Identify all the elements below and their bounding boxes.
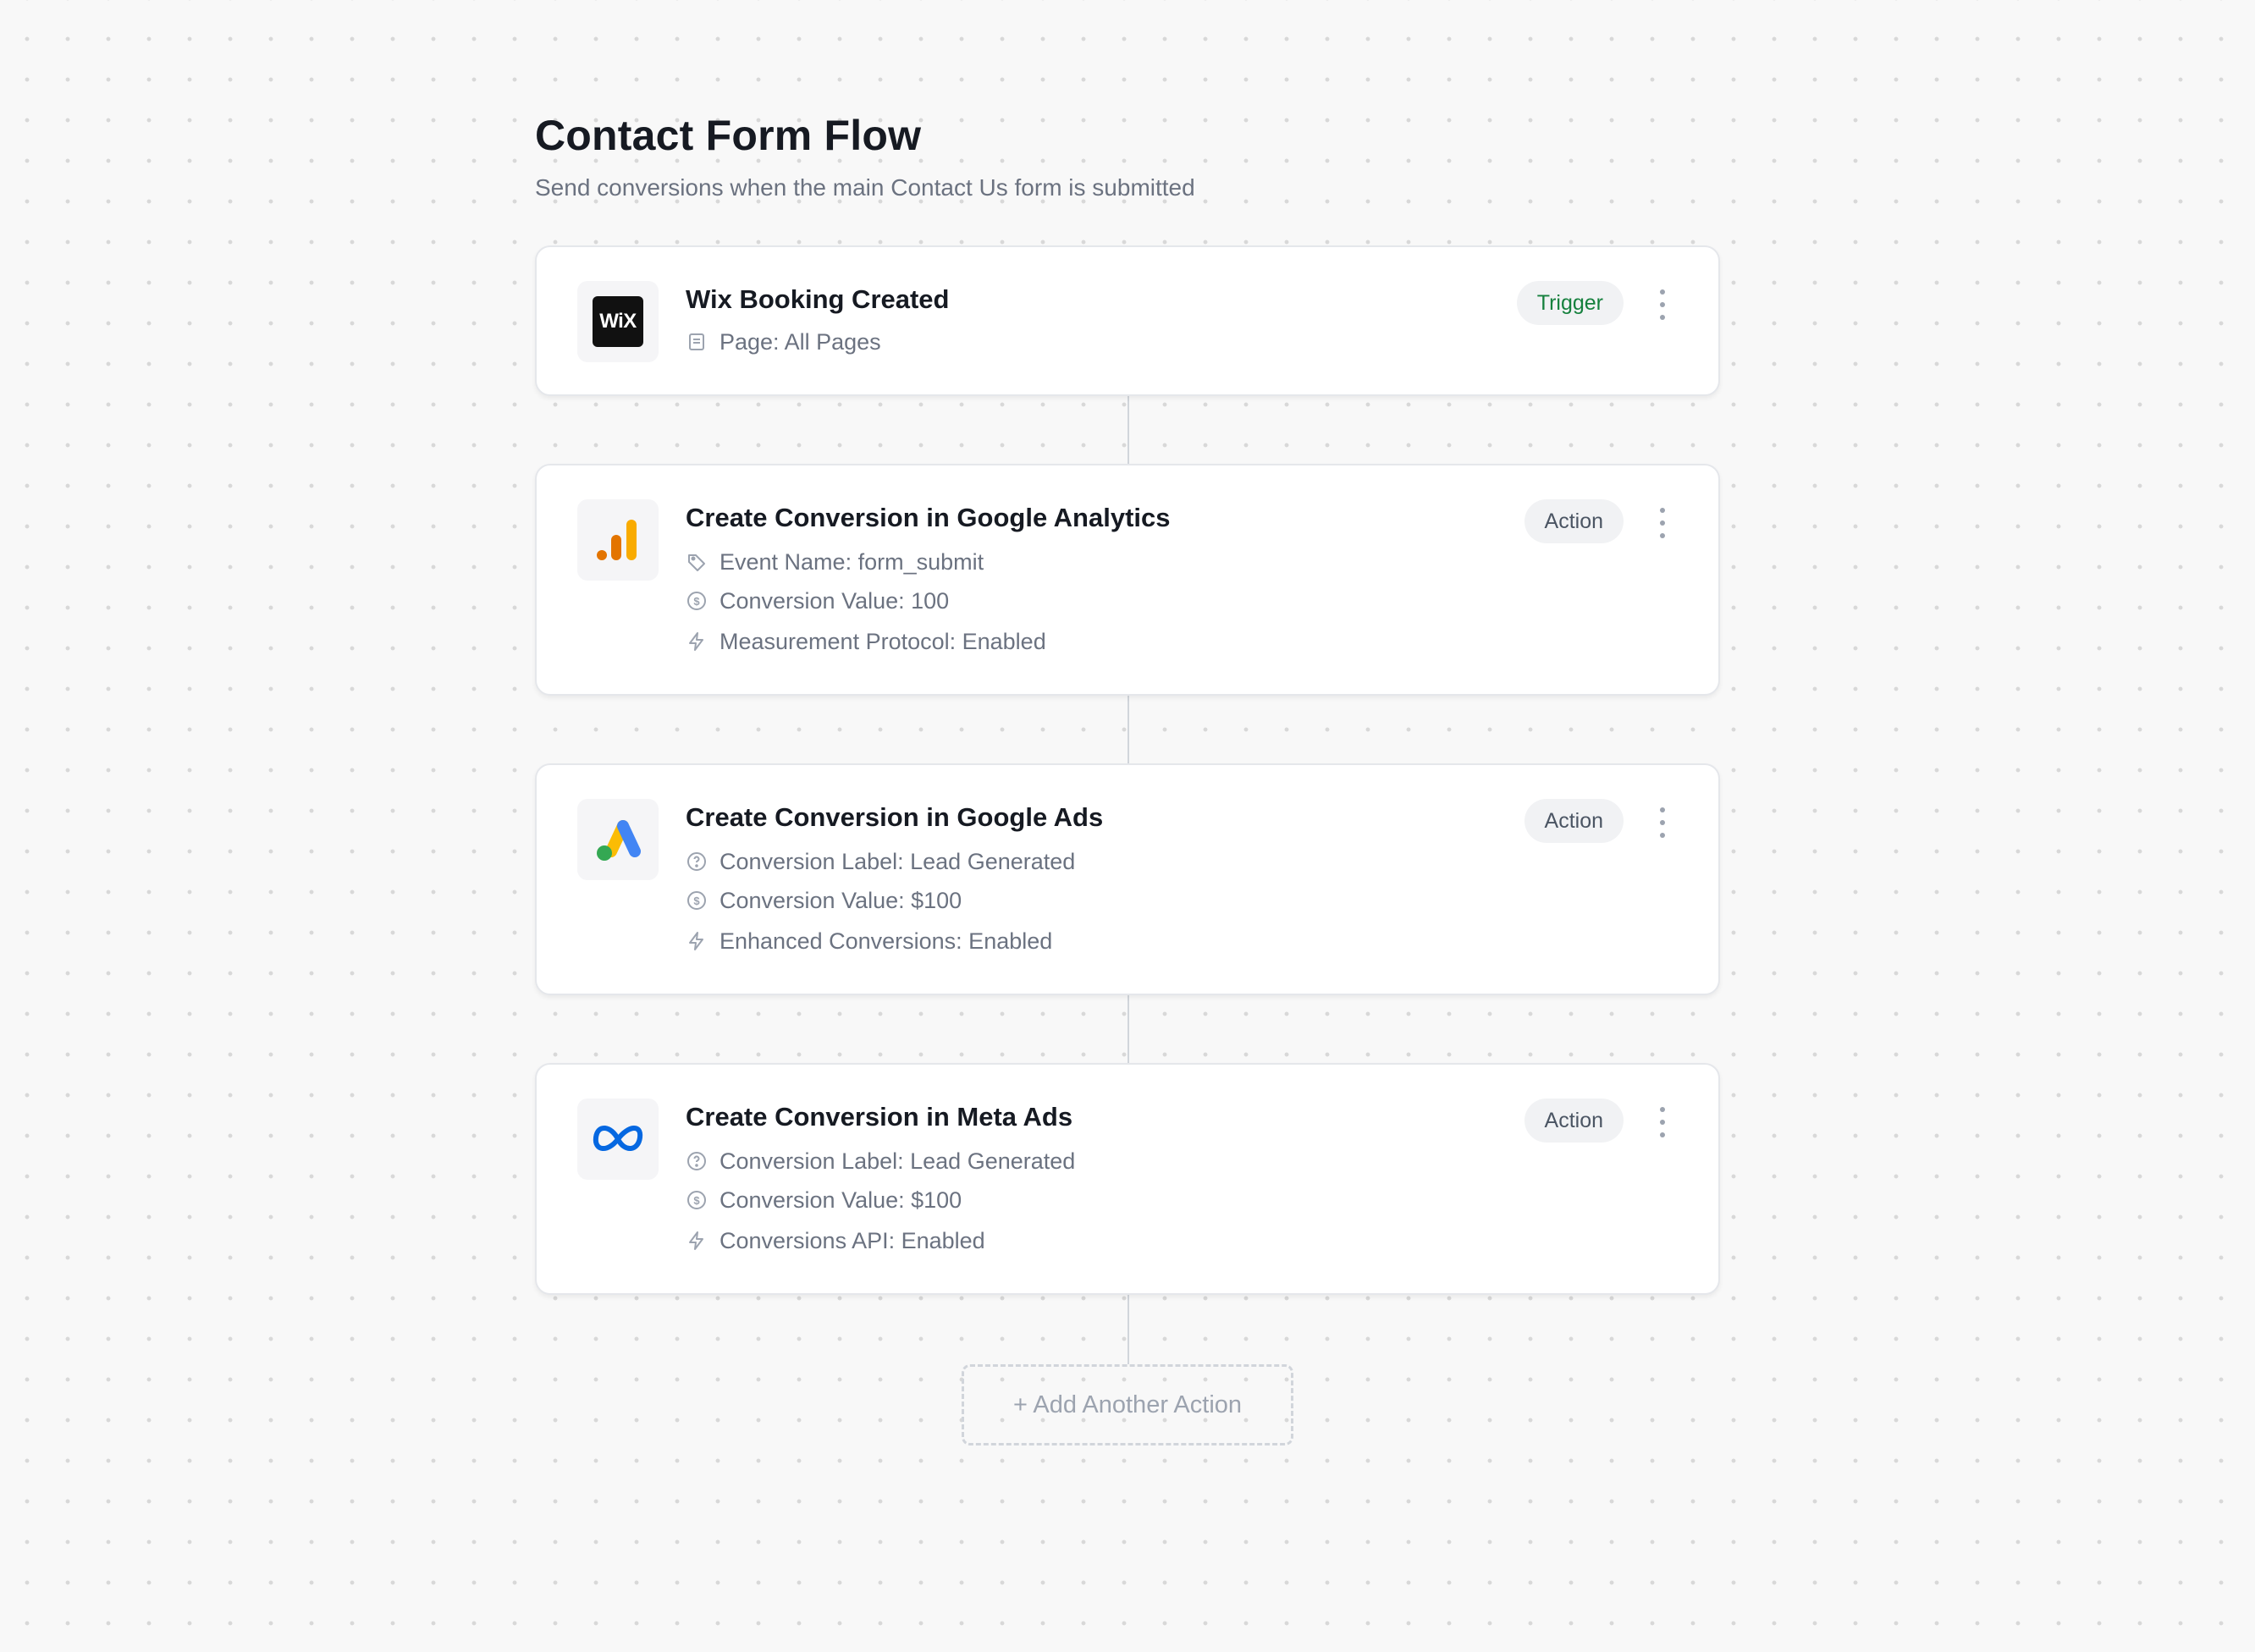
svg-text:$: $	[693, 595, 700, 608]
google-analytics-logo	[577, 499, 659, 581]
flow-connector	[1128, 394, 1129, 464]
more-options-icon[interactable]	[1654, 289, 1671, 320]
action-badge: Action	[1524, 1099, 1624, 1143]
step-detail-text: Conversion Value: $100	[720, 1187, 962, 1213]
page-icon	[686, 331, 708, 353]
page-subtitle: Send conversions when the main Contact U…	[535, 174, 1195, 201]
step-title: Create Conversion in Meta Ads	[686, 1102, 1073, 1132]
wix-logo: WiX	[577, 281, 659, 362]
flow-connector	[1128, 1293, 1129, 1364]
svg-text:$: $	[693, 1194, 700, 1207]
dollar-icon: $	[686, 590, 708, 612]
step-detail-text: Measurement Protocol: Enabled	[720, 628, 1046, 654]
dollar-icon: $	[686, 889, 708, 911]
step-detail: $ Conversion Value: 100	[686, 586, 949, 616]
trigger-badge: Trigger	[1516, 281, 1624, 325]
meta-logo	[577, 1099, 659, 1180]
flow-container: Contact Form Flow Send conversions when …	[535, 108, 1720, 1446]
step-title: Wix Booking Created	[686, 284, 950, 314]
step-detail-text: Page: All Pages	[720, 328, 881, 355]
page-title: Contact Form Flow	[535, 112, 922, 159]
step-detail: Enhanced Conversions: Enabled	[686, 926, 1052, 956]
step-detail-text: Enhanced Conversions: Enabled	[720, 928, 1053, 954]
step-detail-text: Conversion Value: 100	[720, 587, 950, 614]
step-detail-text: Conversions API: Enabled	[720, 1227, 985, 1253]
step-card-google-ads[interactable]: Create Conversion in Google Ads Conversi…	[535, 763, 1720, 995]
action-badge: Action	[1524, 799, 1624, 843]
step-detail: Conversion Label: Lead Generated	[686, 1146, 1075, 1176]
google-ads-logo	[577, 799, 659, 880]
svg-text:$: $	[693, 895, 700, 907]
add-another-action-button[interactable]: + Add Another Action	[962, 1364, 1293, 1446]
more-options-icon[interactable]	[1654, 807, 1671, 838]
step-card-trigger[interactable]: WiX Wix Booking Created Page: All Pages …	[535, 245, 1720, 396]
step-title: Create Conversion in Google Ads	[686, 802, 1104, 832]
lightning-icon	[686, 1230, 708, 1252]
step-detail: Conversions API: Enabled	[686, 1225, 985, 1256]
step-detail: Event Name: form_submit	[686, 547, 984, 577]
lightning-icon	[686, 930, 708, 952]
wix-logo-mark: WiX	[593, 296, 643, 347]
action-badge: Action	[1524, 499, 1624, 543]
flow-connector	[1128, 694, 1129, 765]
step-detail: $ Conversion Value: $100	[686, 1185, 962, 1215]
tag-icon	[686, 551, 708, 573]
step-card-google-analytics[interactable]: Create Conversion in Google Analytics Ev…	[535, 464, 1720, 696]
dollar-icon: $	[686, 1189, 708, 1211]
step-detail-text: Conversion Label: Lead Generated	[720, 848, 1076, 874]
flow-connector	[1128, 994, 1129, 1065]
step-detail-text: Conversion Value: $100	[720, 887, 962, 913]
lightning-icon	[686, 631, 708, 653]
step-detail-text: Event Name: form_submit	[720, 548, 984, 575]
help-circle-icon	[686, 1150, 708, 1172]
step-title: Create Conversion in Google Analytics	[686, 503, 1171, 532]
step-detail: $ Conversion Value: $100	[686, 885, 962, 916]
step-detail: Page: All Pages	[686, 327, 881, 357]
more-options-icon[interactable]	[1654, 1107, 1671, 1137]
step-detail-text: Conversion Label: Lead Generated	[720, 1148, 1076, 1174]
step-detail: Measurement Protocol: Enabled	[686, 626, 1046, 657]
step-card-meta-ads[interactable]: Create Conversion in Meta Ads Conversion…	[535, 1063, 1720, 1295]
help-circle-icon	[686, 851, 708, 873]
step-detail: Conversion Label: Lead Generated	[686, 846, 1075, 877]
more-options-icon[interactable]	[1654, 508, 1671, 538]
